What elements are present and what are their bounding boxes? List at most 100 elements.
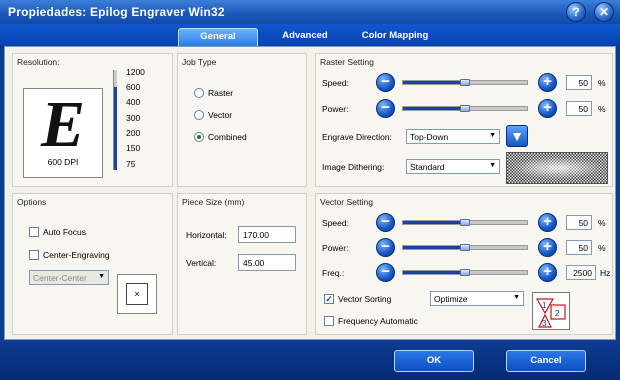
- vector-speed-label: Speed:: [322, 218, 349, 228]
- vector-radio[interactable]: [194, 110, 204, 120]
- resolution-value: 75: [126, 159, 136, 169]
- vector-speed-input[interactable]: 50: [566, 215, 592, 230]
- vector-power-slider[interactable]: [402, 244, 528, 251]
- resolution-value: 400: [126, 97, 141, 107]
- combined-radio[interactable]: [194, 132, 204, 142]
- tab-advanced[interactable]: Advanced: [270, 28, 340, 46]
- resolution-preview-glyph: E: [40, 88, 86, 161]
- raster-speed-plus-button[interactable]: +: [538, 73, 557, 92]
- chevron-down-icon: ▼: [489, 132, 496, 139]
- raster-speed-input[interactable]: 50: [566, 75, 592, 90]
- raster-power-input[interactable]: 50: [566, 101, 592, 116]
- vector-sorting-value: Optimize: [434, 294, 468, 304]
- vector-freq-slider[interactable]: [402, 269, 528, 276]
- resolution-value: 600: [126, 82, 141, 92]
- general-panel: Resolution: E 600 DPI 1200 600 400 300 2…: [4, 46, 616, 340]
- raster-speed-slider[interactable]: [402, 79, 528, 86]
- ok-button[interactable]: OK: [394, 350, 474, 372]
- piece-size-group: Piece Size (mm) Horizontal: 170.00 Verti…: [177, 193, 307, 335]
- vector-speed-plus-button[interactable]: +: [538, 213, 557, 232]
- piece-size-title: Piece Size (mm): [182, 197, 245, 207]
- cancel-button[interactable]: Cancel: [506, 350, 586, 372]
- vector-power-minus-button[interactable]: −: [376, 238, 395, 257]
- help-icon[interactable]: ?: [566, 2, 586, 22]
- vector-freq-input[interactable]: 2500: [566, 265, 596, 280]
- button-bar: OK Cancel: [0, 340, 620, 380]
- sort-label-2: 2: [555, 309, 560, 318]
- vector-setting-title: Vector Setting: [320, 197, 373, 207]
- raster-setting-title: Raster Setting: [320, 57, 374, 67]
- resolution-value: 1200: [126, 67, 145, 77]
- engrave-direction-arrow-icon[interactable]: ▼: [506, 125, 528, 147]
- vector-freq-unit: Hz: [600, 268, 611, 278]
- tab-color-mapping[interactable]: Color Mapping: [352, 28, 438, 46]
- raster-speed-minus-button[interactable]: −: [376, 73, 395, 92]
- engrave-direction-label: Engrave Direction:: [322, 132, 392, 142]
- vector-speed-minus-button[interactable]: −: [376, 213, 395, 232]
- vertical-input[interactable]: 45.00: [238, 254, 296, 271]
- center-position-grid[interactable]: ×: [117, 274, 157, 314]
- image-dithering-label: Image Dithering:: [322, 162, 385, 172]
- close-icon[interactable]: ✕: [594, 2, 614, 22]
- resolution-slider[interactable]: [113, 70, 117, 170]
- vector-speed-slider-knob[interactable]: [460, 219, 470, 226]
- center-engraving-checkbox[interactable]: [29, 250, 39, 260]
- auto-focus-label: Auto Focus: [43, 227, 86, 237]
- vector-freq-slider-knob[interactable]: [460, 269, 470, 276]
- raster-radio-label: Raster: [208, 88, 234, 98]
- resolution-value: 300: [126, 113, 141, 123]
- chevron-down-icon: ▼: [98, 273, 105, 280]
- vector-power-label: Power:: [322, 243, 349, 253]
- raster-speed-slider-knob[interactable]: [460, 79, 470, 86]
- image-dithering-select[interactable]: Standard ▼: [406, 159, 500, 174]
- engrave-direction-select[interactable]: Top-Down ▼: [406, 129, 500, 144]
- vector-radio-label: Vector: [208, 110, 233, 120]
- vector-sorting-select[interactable]: Optimize ▼: [430, 291, 524, 306]
- vector-freq-label: Freq.:: [322, 268, 345, 278]
- sort-label-1: 1: [542, 301, 547, 310]
- horizontal-label: Horizontal:: [186, 230, 227, 240]
- dithering-preview: [506, 152, 608, 184]
- engrave-direction-value: Top-Down: [410, 132, 449, 142]
- vector-power-input[interactable]: 50: [566, 240, 592, 255]
- vector-sorting-icon: 1 2 3: [532, 292, 570, 330]
- vector-speed-unit: %: [598, 218, 606, 228]
- raster-speed-unit: %: [598, 78, 606, 88]
- job-type-group: Job Type Raster Vector Combined: [177, 53, 307, 187]
- raster-power-label: Power:: [322, 104, 349, 114]
- raster-power-minus-button[interactable]: −: [376, 99, 395, 118]
- raster-speed-slider-fill: [403, 81, 465, 84]
- window-title: Propiedades: Epilog Engraver Win32: [8, 5, 225, 19]
- resolution-value: 200: [126, 128, 141, 138]
- options-group: Options Auto Focus Center-Engraving Cent…: [12, 193, 173, 335]
- vector-freq-minus-button[interactable]: −: [376, 263, 395, 282]
- resolution-preview: E 600 DPI: [23, 88, 103, 178]
- raster-power-slider[interactable]: [402, 105, 528, 112]
- vector-power-slider-fill: [403, 246, 465, 249]
- tab-general[interactable]: General: [178, 28, 258, 46]
- tab-bar: General Advanced Color Mapping: [0, 24, 620, 46]
- raster-power-plus-button[interactable]: +: [538, 99, 557, 118]
- vector-sorting-checkbox[interactable]: ✓: [324, 294, 334, 304]
- resolution-group: Resolution: E 600 DPI 1200 600 400 300 2…: [12, 53, 173, 187]
- chevron-down-icon: ▼: [513, 294, 520, 301]
- center-position-marker: ×: [126, 283, 148, 305]
- frequency-automatic-label: Frequency Automatic: [338, 316, 418, 326]
- frequency-automatic-checkbox[interactable]: [324, 316, 334, 326]
- raster-setting-group: Raster Setting Speed: − + 50 % Power: − …: [315, 53, 613, 187]
- combined-radio-label: Combined: [208, 132, 247, 142]
- resolution-value: 150: [126, 143, 141, 153]
- vector-speed-slider[interactable]: [402, 219, 528, 226]
- raster-radio[interactable]: [194, 88, 204, 98]
- vector-power-plus-button[interactable]: +: [538, 238, 557, 257]
- auto-focus-checkbox[interactable]: [29, 227, 39, 237]
- raster-power-unit: %: [598, 104, 606, 114]
- horizontal-input[interactable]: 170.00: [238, 226, 296, 243]
- options-title: Options: [17, 197, 47, 207]
- raster-power-slider-knob[interactable]: [460, 105, 470, 112]
- chevron-down-icon: ▼: [489, 162, 496, 169]
- vector-freq-slider-fill: [403, 271, 465, 274]
- vector-speed-slider-fill: [403, 221, 465, 224]
- vector-freq-plus-button[interactable]: +: [538, 263, 557, 282]
- vector-power-slider-knob[interactable]: [460, 244, 470, 251]
